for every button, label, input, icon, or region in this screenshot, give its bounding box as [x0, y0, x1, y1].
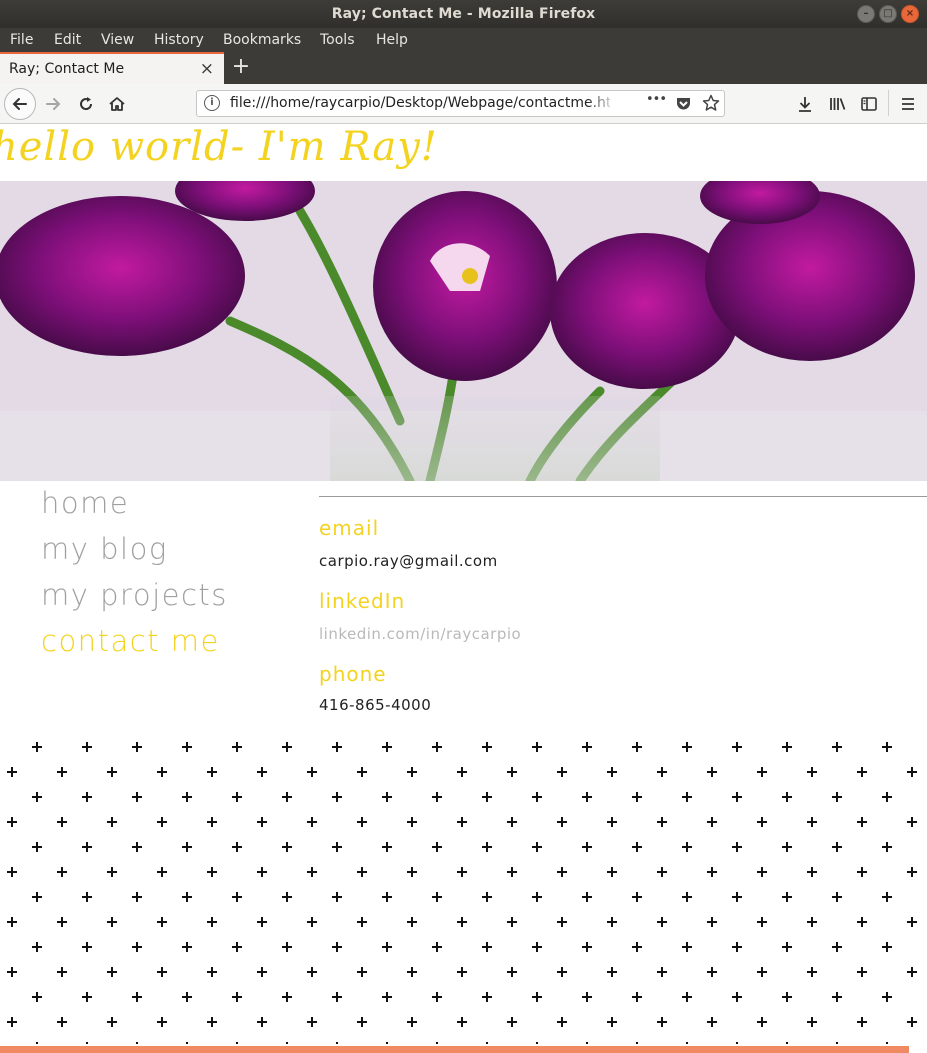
email-value: carpio.ray@gmail.com: [319, 552, 498, 570]
menu-tools[interactable]: Tools: [320, 32, 355, 48]
menu-view[interactable]: View: [101, 32, 134, 48]
phone-value: 416-865-4000: [319, 696, 432, 714]
minimize-button[interactable]: –: [857, 5, 875, 23]
banner-title: hello world- I'm Ray!: [0, 124, 438, 170]
nav-link-home[interactable]: home: [41, 485, 228, 531]
window-controls: – □ ×: [857, 5, 919, 23]
linkedin-link[interactable]: linkedin.com/in/raycarpio: [319, 625, 927, 643]
tab-strip: Ray; Contact Me × +: [0, 52, 927, 84]
nav-link-projects[interactable]: my projects: [41, 577, 228, 623]
reload-button[interactable]: [73, 91, 99, 117]
back-button[interactable]: [4, 88, 36, 120]
page-actions-icon[interactable]: •••: [646, 92, 667, 107]
home-icon: [109, 97, 125, 111]
library-icon[interactable]: [829, 95, 847, 113]
menu-file[interactable]: File: [10, 32, 33, 48]
scroll-indicator-bar: [0, 1046, 909, 1053]
sidebar-icon[interactable]: [860, 95, 878, 113]
phone-heading: phone: [319, 662, 387, 686]
maximize-button[interactable]: □: [879, 5, 897, 23]
forward-arrow-icon: [46, 98, 61, 110]
tab-label: Ray; Contact Me: [9, 61, 125, 77]
site-info-icon[interactable]: i: [204, 95, 220, 111]
close-window-button[interactable]: ×: [901, 5, 919, 23]
back-arrow-icon: [12, 98, 27, 110]
hamburger-menu-icon[interactable]: [900, 95, 916, 113]
url-bar[interactable]: i file:///home/raycarpio/Desktop/Webpage…: [196, 90, 725, 117]
contact-section: email carpio.ray@gmail.com linkedIn link…: [319, 496, 927, 714]
plus-pattern-icon: [0, 738, 927, 1044]
window-titlebar: Ray; Contact Me - Mozilla Firefox – □ ×: [0, 0, 927, 28]
site-navigation: home my blog my projects contact me: [41, 485, 228, 669]
navigation-toolbar: i file:///home/raycarpio/Desktop/Webpage…: [0, 84, 927, 124]
hero-image-tulips: [0, 181, 927, 481]
close-tab-icon[interactable]: ×: [200, 59, 214, 79]
forward-button[interactable]: [40, 91, 66, 117]
bookmark-star-icon[interactable]: [702, 94, 720, 112]
home-button[interactable]: [104, 91, 130, 117]
new-tab-button[interactable]: +: [230, 55, 252, 81]
pocket-icon[interactable]: [675, 95, 692, 112]
email-heading: email: [319, 516, 380, 540]
nav-link-blog[interactable]: my blog: [41, 531, 228, 577]
menu-bar: File Edit View History Bookmarks Tools H…: [0, 28, 927, 52]
menu-history[interactable]: History: [154, 32, 204, 48]
menu-help[interactable]: Help: [376, 32, 408, 48]
linkedin-heading: linkedIn: [319, 589, 406, 613]
nav-link-contact[interactable]: contact me: [41, 623, 228, 669]
section-divider: [319, 496, 927, 497]
url-fade: [587, 92, 617, 114]
plus-pattern-background: [0, 738, 927, 1044]
window-title: Ray; Contact Me - Mozilla Firefox: [331, 6, 596, 22]
menu-bookmarks[interactable]: Bookmarks: [223, 32, 301, 48]
toolbar-divider: [888, 90, 889, 116]
site-banner: hello world- I'm Ray!: [0, 124, 927, 181]
url-text[interactable]: file:///home/raycarpio/Desktop/Webpage/c…: [230, 95, 610, 111]
downloads-icon[interactable]: [796, 95, 814, 113]
tulips-illustration: [0, 181, 927, 481]
menu-edit[interactable]: Edit: [54, 32, 81, 48]
reload-icon: [80, 97, 93, 110]
tab-contact-me[interactable]: Ray; Contact Me ×: [0, 52, 224, 84]
